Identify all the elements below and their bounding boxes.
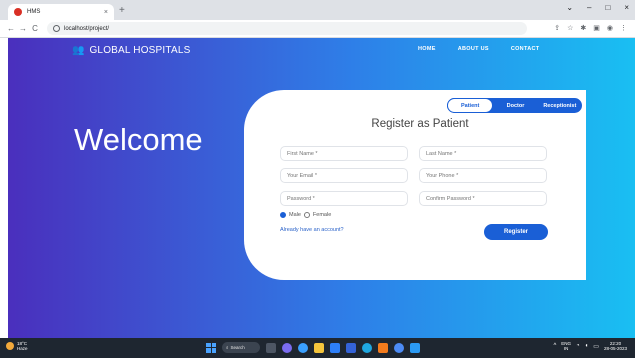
profile-icon[interactable]: ◉ [607, 24, 613, 32]
menu-icon[interactable]: ⋮ [620, 24, 627, 32]
task-view-icon[interactable] [266, 342, 276, 353]
share-icon[interactable]: ⇪ [554, 24, 560, 32]
battery-icon[interactable]: ▭ [593, 343, 599, 350]
address-bar[interactable]: localhost/project/ [47, 22, 527, 35]
minimize-button[interactable]: – [587, 3, 591, 12]
tab-doctor[interactable]: Doctor [493, 98, 537, 113]
system-tray: ^ ENG IN ◔ ◖ ▭ 22:20 28-05-2023 [553, 341, 627, 351]
tab-title: HMS [27, 9, 41, 15]
edge-icon[interactable] [362, 342, 372, 353]
sidebar-icon[interactable]: ▣ [593, 24, 600, 32]
phone-field[interactable] [419, 168, 547, 183]
tab-patient[interactable]: Patient [447, 98, 494, 113]
search-icon: ⌕ [226, 345, 229, 350]
browser-toolbar: ← → C localhost/project/ ⇪ ☆ ✱ ▣ ◉ ⋮ [0, 20, 635, 38]
taskbar: 18°C Haze ⌕ Search ^ ENG IN ◔ ◖ ▭ 22:20 … [0, 338, 635, 358]
weather-widget[interactable]: 18°C Haze [6, 341, 28, 351]
male-label: Male [289, 212, 301, 218]
file-explorer-icon[interactable] [314, 342, 324, 353]
browser-tab-strip: HMS × + ⌄ – □ × [0, 0, 635, 20]
form-title: Register as Patient [371, 118, 469, 130]
tab-receptionist[interactable]: Receptionist [538, 98, 582, 113]
settings-icon[interactable] [298, 342, 308, 353]
brand[interactable]: 👥 GLOBAL HOSPITALS [72, 45, 190, 56]
search-label: Search [230, 345, 245, 350]
last-name-field[interactable] [419, 146, 547, 161]
maximize-button[interactable]: □ [605, 3, 610, 12]
confirm-password-field[interactable] [419, 191, 547, 206]
url-text: localhost/project/ [64, 25, 110, 32]
login-link[interactable]: Already have an account? [280, 227, 344, 233]
taskbar-search[interactable]: ⌕ Search [222, 342, 260, 353]
mail-icon[interactable] [346, 342, 356, 353]
windows-start-icon[interactable] [206, 342, 216, 353]
new-tab-button[interactable]: + [119, 5, 125, 16]
chevron-up-icon[interactable]: ^ [553, 343, 556, 349]
browser-tab[interactable]: HMS × [8, 4, 114, 20]
nav-home[interactable]: HOME [418, 46, 436, 52]
role-toggle: Patient Doctor Receptionist [447, 98, 582, 113]
window-controls: ⌄ – □ × [566, 3, 629, 12]
region-code: IN [563, 346, 569, 351]
email-field[interactable] [280, 168, 408, 183]
top-nav: HOME ABOUT US CONTACT [418, 46, 539, 52]
forward-arrow-icon[interactable]: → [17, 24, 29, 33]
chrome-icon[interactable] [394, 342, 404, 353]
gender-group: Male Female [280, 212, 331, 218]
weather-desc: Haze [17, 346, 28, 351]
volume-icon[interactable]: ◖ [585, 343, 589, 349]
extensions-icon[interactable]: ✱ [580, 24, 586, 32]
vscode-icon[interactable] [410, 342, 420, 353]
female-label: Female [312, 212, 332, 218]
reload-icon[interactable]: C [29, 24, 41, 33]
favicon-icon [14, 8, 22, 16]
welcome-heading: Welcome [74, 122, 203, 157]
brand-name: GLOBAL HOSPITALS [89, 45, 191, 56]
wifi-icon[interactable]: ◔ [576, 343, 580, 349]
star-icon[interactable]: ☆ [567, 24, 573, 32]
clock[interactable]: 22:20 28-05-2023 [604, 341, 627, 351]
nav-contact[interactable]: CONTACT [511, 46, 540, 52]
page-background: 👥 GLOBAL HOSPITALS HOME ABOUT US CONTACT… [8, 38, 635, 338]
nav-about-us[interactable]: ABOUT US [458, 46, 489, 52]
xampp-icon[interactable] [378, 342, 388, 353]
user-plus-icon: 👥 [72, 45, 85, 56]
back-arrow-icon[interactable]: ← [5, 24, 17, 33]
taskbar-apps: ⌕ Search [206, 342, 420, 353]
date: 28-05-2023 [603, 346, 627, 351]
female-radio[interactable] [303, 212, 310, 218]
first-name-field[interactable] [280, 146, 408, 161]
tab-close-icon[interactable]: × [104, 9, 108, 16]
chat-icon[interactable] [282, 342, 292, 353]
language-indicator[interactable]: ENG IN [561, 341, 571, 351]
male-radio[interactable] [280, 212, 286, 218]
weather-icon [6, 342, 14, 350]
weather-text: 18°C Haze [17, 341, 28, 351]
register-button[interactable]: Register [484, 224, 548, 240]
tab-search-icon[interactable]: ⌄ [566, 3, 573, 12]
store-icon[interactable] [330, 342, 340, 353]
close-window-button[interactable]: × [624, 3, 629, 12]
password-field[interactable] [280, 191, 408, 206]
toolbar-icons: ⇪ ☆ ✱ ▣ ◉ ⋮ [554, 24, 627, 32]
site-info-icon[interactable] [53, 25, 60, 32]
register-card: Patient Doctor Receptionist Register as … [244, 90, 586, 280]
